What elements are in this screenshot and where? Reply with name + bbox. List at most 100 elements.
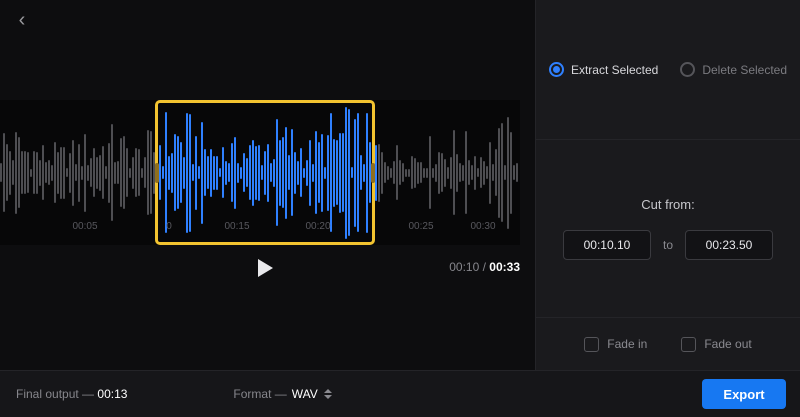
format-label: Format — <box>233 387 287 401</box>
radio-delete-selected[interactable]: Delete Selected <box>680 62 787 77</box>
waveform-bar <box>468 160 470 185</box>
waveform-bar <box>99 154 101 191</box>
waveform-bar <box>150 131 152 214</box>
radio-selected-icon <box>548 62 564 77</box>
waveform-bar <box>504 165 506 180</box>
waveform-bar <box>420 162 422 183</box>
cut-start-input[interactable] <box>562 230 651 260</box>
mode-section: Extract Selected Delete Selected <box>536 0 800 140</box>
waveform-bar <box>123 136 125 209</box>
radio-extract-selected[interactable]: Extract Selected <box>548 62 659 77</box>
waveform-bar <box>480 157 482 188</box>
waveform[interactable]: 00:05 0 00:15 00:20 00:25 00:30 <box>0 100 520 245</box>
fade-out-checkbox[interactable]: Fade out <box>681 336 752 352</box>
waveform-bar <box>60 146 62 199</box>
waveform-bar <box>444 158 446 187</box>
waveform-bar <box>72 139 74 206</box>
waveform-bar <box>12 160 14 185</box>
waveform-bar <box>381 151 383 194</box>
waveform-bar <box>120 138 122 207</box>
waveform-bar <box>510 131 512 214</box>
fade-section: Fade in Fade out <box>536 318 800 370</box>
format-select[interactable]: Format — WAV <box>233 387 332 401</box>
waveform-bar <box>393 161 395 184</box>
selection-region[interactable] <box>155 100 375 245</box>
waveform-bar <box>63 146 65 199</box>
waveform-bar <box>441 153 443 192</box>
fade-in-label: Fade in <box>607 337 648 351</box>
waveform-bar <box>429 136 431 209</box>
waveform-bar <box>96 156 98 189</box>
selection-handle-left[interactable] <box>155 162 159 183</box>
waveform-bar <box>108 142 110 203</box>
waveform-bar <box>387 165 389 180</box>
waveform-bar <box>453 130 455 215</box>
back-button[interactable]: ‹ <box>10 8 34 32</box>
waveform-bar <box>447 166 449 179</box>
waveform-bar <box>399 160 401 185</box>
waveform-bar <box>390 167 392 178</box>
final-output-label: Final output — <box>16 387 95 401</box>
cut-end-input[interactable] <box>685 230 773 260</box>
cut-from-label: Cut from: <box>641 197 695 212</box>
waveform-bar <box>54 142 56 203</box>
waveform-bar <box>495 149 497 196</box>
current-time: 00:10 <box>449 260 480 274</box>
radio-label: Delete Selected <box>702 62 788 77</box>
waveform-bar <box>378 143 380 202</box>
waveform-bar <box>507 116 509 229</box>
waveform-bar <box>66 168 68 177</box>
waveform-bar <box>84 133 86 212</box>
time-display: 00:10 / 00:33 <box>449 260 520 274</box>
waveform-bar <box>6 144 8 201</box>
waveform-bar <box>414 157 416 188</box>
waveform-bar <box>423 167 425 178</box>
player-area: ‹ 00:05 0 00:15 00:20 00:25 00:30 00:10 … <box>0 0 535 370</box>
radio-unselected-icon <box>680 62 696 77</box>
waveform-bar <box>384 162 386 183</box>
final-output: Final output — 00:13 <box>16 387 127 401</box>
play-button[interactable] <box>252 256 278 280</box>
waveform-bar <box>36 151 38 194</box>
waveform-bar <box>87 164 89 181</box>
waveform-bar <box>9 150 11 195</box>
waveform-bar <box>132 156 134 189</box>
waveform-bar <box>39 159 41 186</box>
format-stepper-icon[interactable] <box>323 389 332 399</box>
fade-in-checkbox[interactable]: Fade in <box>584 336 648 352</box>
waveform-bar <box>138 149 140 196</box>
waveform-bar <box>147 130 149 215</box>
bottom-bar: Final output — 00:13 Format — WAV Export <box>0 370 800 417</box>
waveform-bar <box>69 152 71 193</box>
side-panel: Extract Selected Delete Selected Cut fro… <box>535 0 800 370</box>
cut-section: Cut from: to <box>536 140 800 318</box>
waveform-bar <box>516 163 518 182</box>
waveform-bar <box>111 124 113 221</box>
waveform-bar <box>48 160 50 185</box>
waveform-bar <box>417 161 419 184</box>
waveform-bar <box>30 168 32 177</box>
selection-handle-right[interactable] <box>371 162 375 183</box>
waveform-bar <box>102 146 104 199</box>
waveform-bar <box>462 164 464 181</box>
waveform-bar <box>144 157 146 188</box>
waveform-bar <box>93 148 95 197</box>
total-time: 00:33 <box>489 260 520 274</box>
waveform-bar <box>432 167 434 178</box>
waveform-bar <box>483 160 485 185</box>
waveform-bar <box>474 155 476 190</box>
waveform-bar <box>402 163 404 182</box>
export-button[interactable]: Export <box>702 379 786 409</box>
radio-label: Extract Selected <box>570 62 659 77</box>
waveform-bar <box>471 165 473 180</box>
waveform-bar <box>27 152 29 193</box>
waveform-bar <box>489 141 491 204</box>
waveform-bar <box>21 151 23 194</box>
waveform-bar <box>90 158 92 187</box>
waveform-bar <box>141 167 143 178</box>
waveform-bar <box>15 131 17 214</box>
waveform-bar <box>450 156 452 189</box>
waveform-bar <box>57 151 59 194</box>
waveform-bar <box>375 144 377 201</box>
waveform-bar <box>459 163 461 182</box>
